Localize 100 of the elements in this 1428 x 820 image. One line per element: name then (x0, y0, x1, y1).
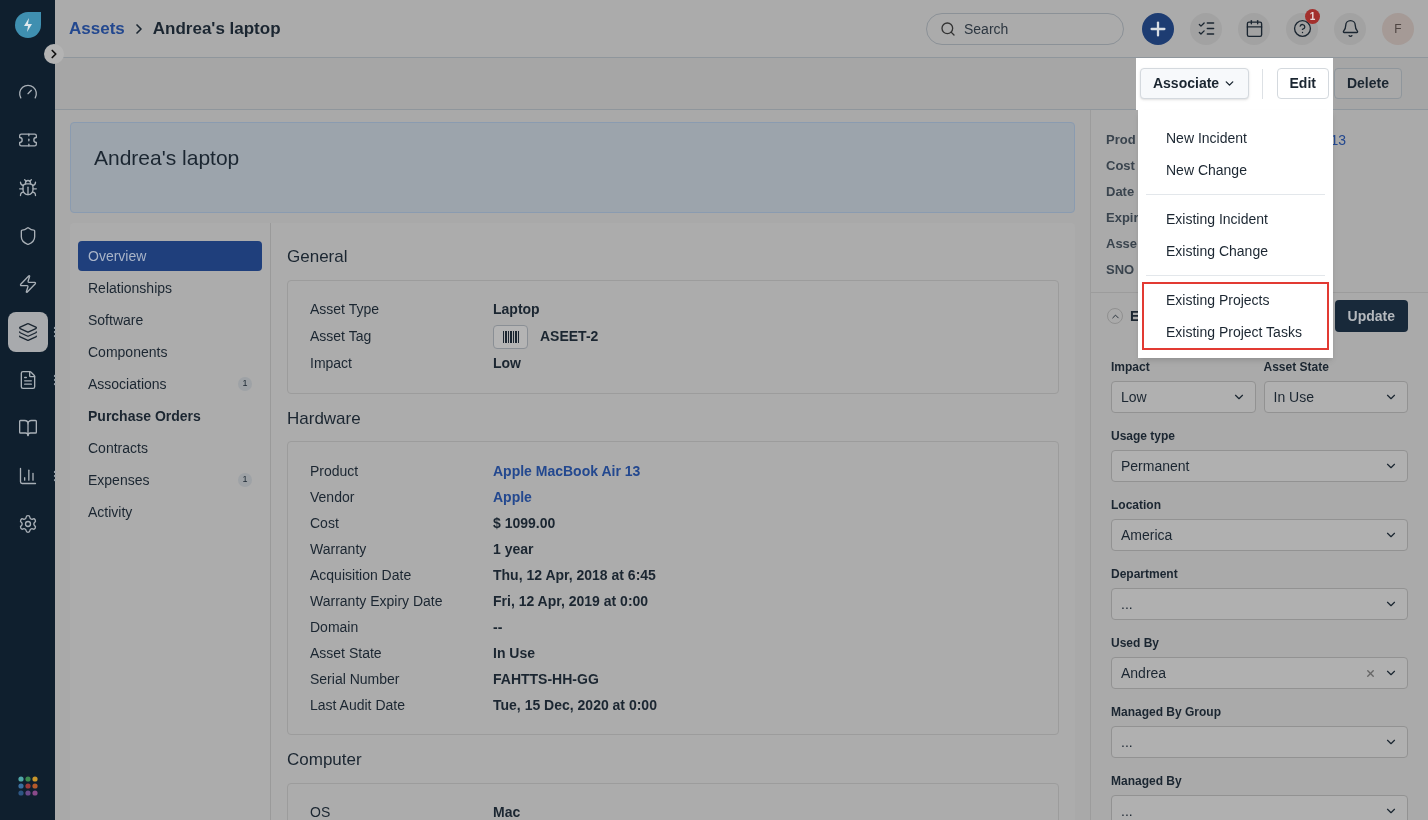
field-label: Domain (310, 617, 360, 637)
layers-icon (17, 322, 38, 342)
associate-button[interactable]: Associate (1139, 68, 1250, 99)
field-label: Impact (310, 354, 353, 373)
add-button[interactable] (1142, 12, 1174, 45)
field-label: Serial Number (310, 669, 401, 689)
summary-label: SNO (1106, 261, 1135, 279)
search-field[interactable]: Search (926, 12, 1124, 45)
tab[interactable]: Associations 1 (78, 369, 262, 399)
field-label: Cost (310, 513, 340, 533)
barcode-icon (502, 330, 519, 343)
bell-icon (1340, 19, 1360, 38)
summary-label: Cost (1106, 157, 1135, 175)
tab[interactable]: Software (78, 305, 262, 335)
field-label: Managed By (1111, 773, 1183, 790)
field-link[interactable]: Apple MacBook Air 13 (493, 460, 641, 482)
edit-button[interactable]: Edit (1276, 68, 1329, 99)
field-value: Thu, 12 Apr, 2018 at 6:45 (493, 565, 656, 585)
menu-item[interactable]: New Incident (1148, 122, 1323, 154)
search-icon (940, 20, 956, 37)
nav-item[interactable] (7, 312, 48, 352)
tab[interactable]: Components (78, 337, 262, 367)
field-value: FAHTTS-HH-GG (493, 669, 599, 689)
summary-label: Date (1106, 183, 1135, 201)
settings-icon (17, 514, 38, 534)
field-link[interactable]: Apple (493, 486, 532, 508)
menu-item[interactable]: New Change (1148, 154, 1323, 186)
menu-item[interactable]: Existing Incident (1148, 203, 1323, 235)
field-value: Tue, 15 Dec, 2020 at 0:00 (493, 695, 657, 715)
toolbar-button[interactable]: 1 (1286, 12, 1318, 45)
lightning-icon (17, 274, 38, 294)
section-title: Hardware (287, 407, 362, 430)
app-logo-icon[interactable] (14, 12, 41, 38)
field-value: Fri, 12 Apr, 2019 at 0:00 (493, 591, 649, 611)
summary-label: Prod (1106, 131, 1136, 149)
select-field[interactable]: ... (1111, 795, 1408, 820)
select-field[interactable]: ... (1111, 588, 1408, 620)
barcode-button[interactable] (493, 324, 528, 349)
field-value: In Use (493, 643, 535, 663)
breadcrumb-link[interactable]: Assets (69, 15, 125, 42)
tab[interactable]: Purchase Orders (78, 401, 262, 431)
field-label: Department (1111, 566, 1179, 583)
menu-item[interactable]: Existing Projects (1148, 284, 1323, 316)
field-label: Usage type (1111, 428, 1177, 445)
delete-button[interactable]: Delete (1333, 68, 1402, 99)
field-value: Mac (493, 803, 521, 820)
field-label: Asset State (310, 643, 383, 663)
clear-icon[interactable] (1365, 667, 1376, 679)
toolbar-button[interactable] (1190, 12, 1222, 45)
bar-chart-icon (17, 466, 38, 486)
count-badge: 1 (238, 377, 252, 391)
field-label: Acquisition Date (310, 565, 413, 585)
field-label: Location (1111, 497, 1162, 514)
field-label: Asset State (1263, 359, 1330, 376)
field-value: -- (493, 617, 503, 637)
field-label: Product (310, 461, 360, 481)
toolbar-button[interactable] (1238, 12, 1270, 45)
checklist-icon (1196, 19, 1216, 38)
field-label: Last Audit Date (310, 695, 406, 715)
notification-badge: 1 (1305, 8, 1320, 24)
field-value: ASEET-2 (540, 327, 599, 346)
field-label: Warranty (310, 539, 368, 559)
tab[interactable]: Activity (78, 497, 262, 527)
select-field[interactable]: Low (1111, 381, 1256, 413)
field-label: Vendor (310, 487, 356, 507)
field-value: 1 year (493, 539, 534, 559)
select-field[interactable]: Permanent (1111, 450, 1408, 482)
expand-button[interactable] (44, 44, 64, 64)
count-badge: 1 (238, 473, 252, 487)
calendar-icon (1244, 19, 1264, 38)
asset-title: Andrea's laptop (94, 144, 240, 171)
field-label: Managed By Group (1111, 704, 1222, 721)
field-value: Low (493, 354, 521, 373)
select-field[interactable]: Andrea (1111, 657, 1408, 689)
summary-value: 13 (1330, 131, 1346, 150)
toolbar-button[interactable] (1334, 12, 1366, 45)
update-button[interactable]: Update (1334, 300, 1408, 332)
field-value: Laptop (493, 300, 540, 319)
field-label: Used By (1111, 635, 1161, 652)
field-value: $ 1099.00 (493, 513, 556, 533)
section-title: General (287, 246, 349, 268)
select-field[interactable]: America (1111, 519, 1408, 551)
field-label: Asset Tag (310, 327, 373, 346)
menu-item[interactable]: Existing Change (1148, 235, 1323, 267)
summary-label: Expir (1106, 209, 1139, 227)
tab[interactable]: Overview (78, 241, 262, 271)
page-title: Andrea's laptop (152, 17, 281, 40)
menu-item[interactable]: Existing Project Tasks (1148, 316, 1323, 348)
tab[interactable]: Relationships (78, 273, 262, 303)
book-icon (17, 418, 38, 438)
bug-icon (17, 178, 38, 198)
tab[interactable]: Expenses 1 (78, 465, 262, 495)
field-label: Asset Type (310, 300, 380, 319)
field-label: Impact (1111, 359, 1151, 376)
tab[interactable]: Contracts (78, 433, 262, 463)
field-label: Warranty Expiry Date (310, 591, 444, 611)
select-field[interactable]: ... (1111, 726, 1408, 758)
apps-grid-icon[interactable] (17, 776, 38, 796)
select-field[interactable]: In Use (1263, 381, 1408, 413)
field-label: OS (310, 803, 332, 820)
